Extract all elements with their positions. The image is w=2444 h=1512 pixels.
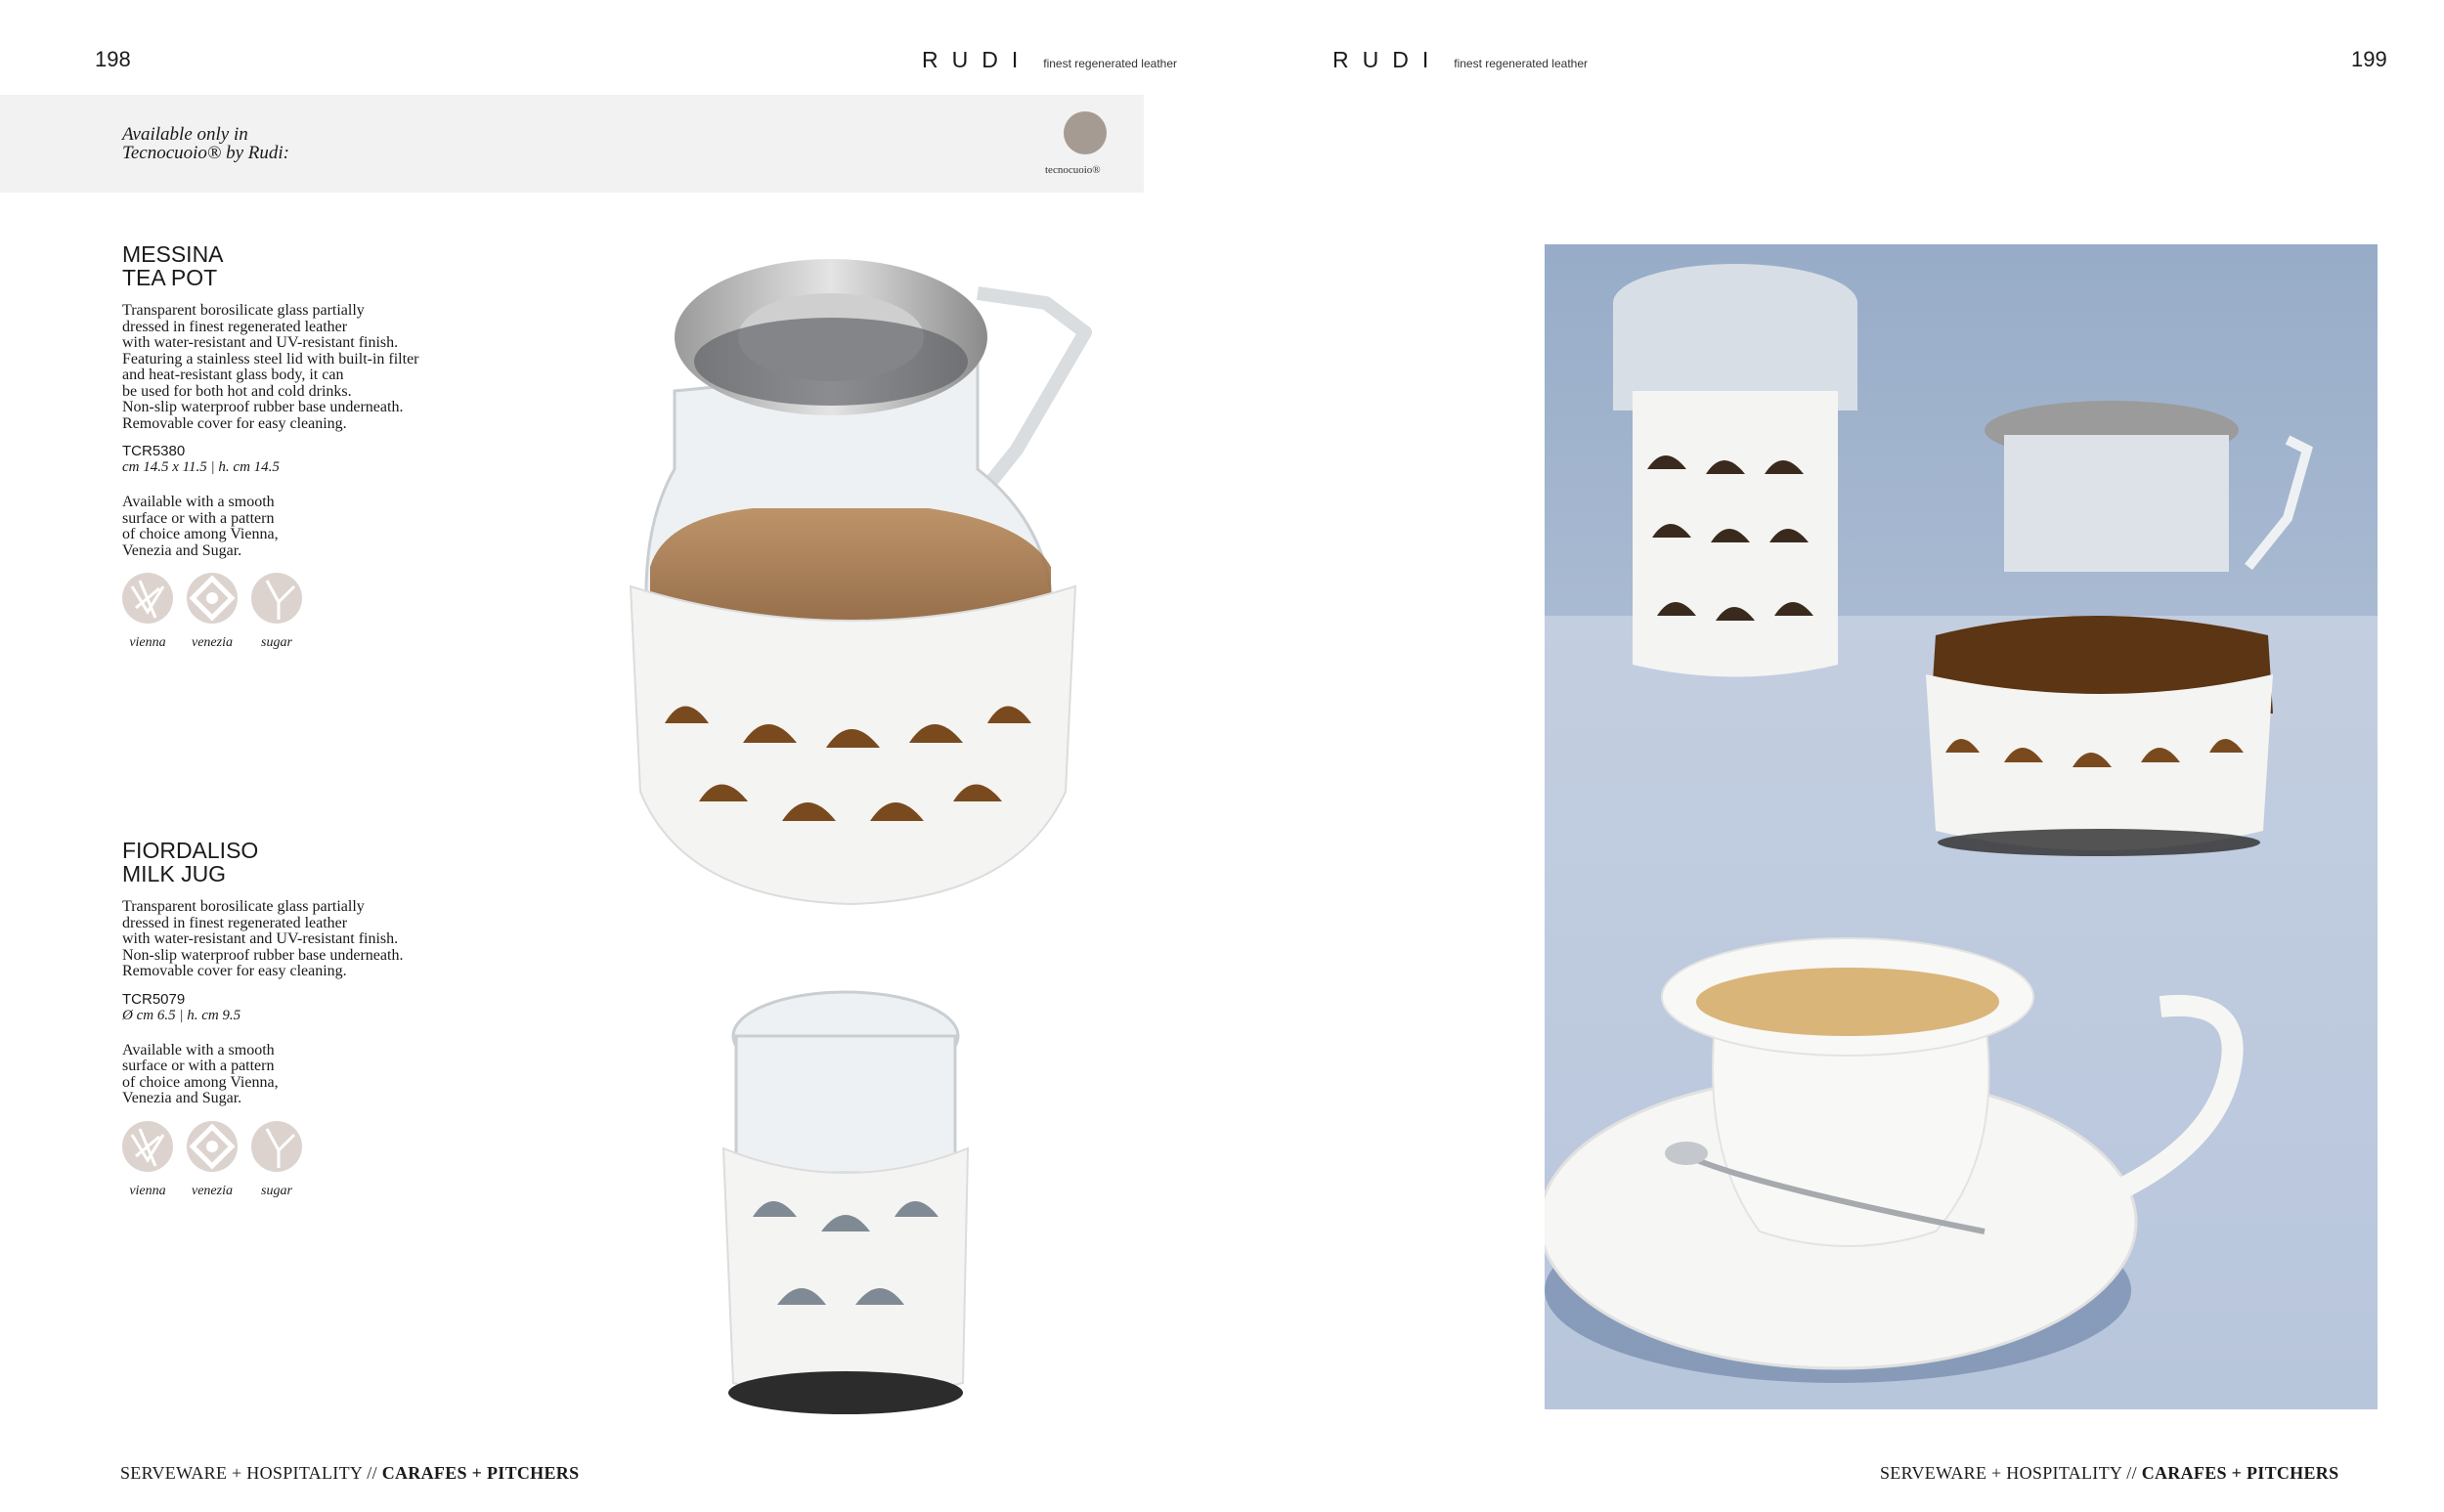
- brand-tagline: finest regenerated leather: [1454, 57, 1588, 70]
- tea-pot-image: [629, 259, 1092, 906]
- product-dimensions: cm 14.5 x 11.5 | h. cm 14.5: [122, 459, 280, 475]
- product-description: Transparent borosilicate glass partially…: [122, 302, 419, 432]
- pattern-label-sugar: sugar: [261, 635, 292, 650]
- tecnocuoio-label: tecnocuoio®: [1045, 164, 1101, 176]
- product-description: Transparent borosilicate glass partially…: [122, 898, 404, 979]
- product-title: FIORDALISO MILK JUG: [122, 839, 474, 886]
- product-title: MESSINA TEA POT: [122, 242, 474, 289]
- banner-line-2: Tecnocuoio® by Rudi:: [122, 143, 289, 163]
- pattern-label-venezia: venezia: [192, 635, 233, 650]
- footer-subsection: CARAFES + PITCHERS: [2141, 1463, 2339, 1483]
- footer-left: SERVEWARE + HOSPITALITY // CARAFES + PIT…: [120, 1463, 579, 1484]
- vienna-pattern-swatch: [122, 573, 173, 624]
- venezia-pattern-swatch: [187, 1120, 238, 1172]
- product-title-line-2: TEA POT: [122, 265, 218, 290]
- product-fiordaliso: FIORDALISO MILK JUG Transparent borosili…: [122, 839, 474, 1199]
- product-availability: Available with a smooth surface or with …: [122, 494, 279, 559]
- footer-subsection: CARAFES + PITCHERS: [381, 1463, 580, 1483]
- milk-jug-image: [721, 990, 970, 1414]
- vienna-pattern-swatch: [122, 1120, 173, 1172]
- pattern-labels: vienna venezia sugar: [122, 635, 474, 651]
- left-page-number: 198: [95, 47, 131, 71]
- pattern-label-vienna: vienna: [129, 635, 166, 650]
- product-title-line-1: MESSINA: [122, 241, 224, 267]
- brand-header-right: RUDI finest regenerated leather: [1332, 47, 1588, 73]
- banner-line-1: Available only in: [122, 124, 248, 145]
- product-title-line-2: MILK JUG: [122, 861, 227, 886]
- banner-text: Available only in Tecnocuoio® by Rudi:: [122, 125, 289, 162]
- product-availability: Available with a smooth surface or with …: [122, 1041, 279, 1106]
- right-page-number: 199: [2351, 47, 2387, 71]
- product-code: TCR5380: [122, 443, 186, 459]
- product-code: TCR5079: [122, 990, 186, 1008]
- product-dimensions: Ø cm 6.5 | h. cm 9.5: [122, 1007, 241, 1023]
- footer-section: SERVEWARE + HOSPITALITY //: [120, 1463, 382, 1483]
- footer-section: SERVEWARE + HOSPITALITY //: [1880, 1463, 2142, 1483]
- pattern-swatches: [122, 1120, 474, 1172]
- brand-logo: RUDI: [1332, 47, 1443, 72]
- sugar-pattern-swatch: [251, 1120, 302, 1172]
- venezia-pattern-swatch: [187, 573, 238, 624]
- product-title-line-1: FIORDALISO: [122, 838, 259, 863]
- pattern-label-sugar: sugar: [261, 1183, 292, 1198]
- brand-logo: RUDI: [922, 47, 1032, 72]
- product-messina: MESSINA TEA POT Transparent borosilicate…: [122, 242, 474, 651]
- pattern-label-venezia: venezia: [192, 1183, 233, 1198]
- footer-right: SERVEWARE + HOSPITALITY // CARAFES + PIT…: [1880, 1463, 2338, 1484]
- pattern-labels: vienna venezia sugar: [122, 1184, 474, 1199]
- brand-tagline: finest regenerated leather: [1043, 57, 1177, 70]
- pattern-label-vienna: vienna: [129, 1183, 166, 1198]
- tecnocuoio-swatch: [1064, 111, 1107, 154]
- brand-header-left: RUDI finest regenerated leather: [922, 47, 1177, 73]
- lifestyle-photo: [1545, 244, 2378, 1409]
- sugar-pattern-swatch: [251, 573, 302, 624]
- pattern-swatches: [122, 573, 474, 624]
